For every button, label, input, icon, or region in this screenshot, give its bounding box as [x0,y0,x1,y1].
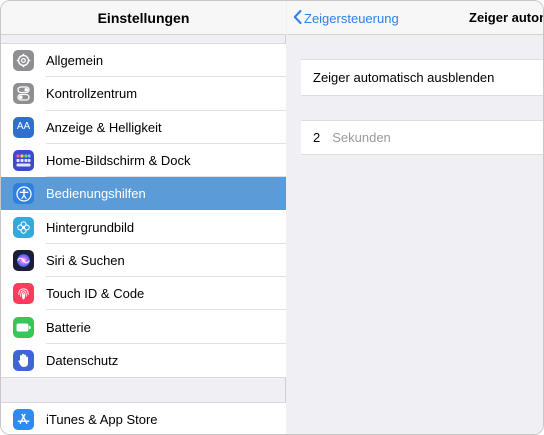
sidebar-item-kontrollzentrum[interactable]: Kontrollzentrum [1,77,286,111]
detail-navbar: Zeigersteuerung Zeiger autom [287,1,544,35]
back-button-label: Zeigersteuerung [304,10,399,26]
siri-icon [13,249,34,271]
sidebar-item-siri-suchen[interactable]: Siri & Suchen [1,243,286,278]
sidebar-item-home-bildschirm[interactable]: Home-Bildschirm & Dock [1,143,286,178]
sidebar-item-label: Siri & Suchen [46,252,125,268]
duration-unit: Sekunden [332,130,391,145]
sidebar-item-label: Kontrollzentrum [46,86,138,102]
sidebar-item-label: Batterie [46,319,91,335]
page-title: Zeiger autom [469,10,544,25]
sidebar-item-touch-id-code[interactable]: Touch ID & Code [1,277,286,311]
sidebar-item-label: Hintergrundbild [46,219,135,235]
sidebar-item-label: iTunes & App Store [46,412,158,428]
detail-pane: Zeigersteuerung Zeiger autom Zeiger auto… [287,1,544,434]
text-size-icon: AA [13,116,34,138]
back-button[interactable]: Zeigersteuerung [293,1,399,35]
toggles-icon [13,83,34,105]
chevron-left-icon [293,9,302,27]
sidebar-item-label: Touch ID & Code [46,286,145,302]
sidebar-item-bedienungshilfen[interactable]: Bedienungshilfen [1,177,286,211]
sidebar-item-hintergrundbild[interactable]: Hintergrundbild [1,210,286,245]
battery-icon [13,316,34,338]
sidebar-item-anzeige-helligkeit[interactable]: AA Anzeige & Helligkeit [1,110,286,145]
sidebar-item-label: Allgemein [46,53,104,69]
accessibility-icon [13,183,34,205]
auto-hide-pointer-label: Zeiger automatisch ausblenden [313,70,495,85]
settings-group-stores: iTunes & App Store [1,402,286,434]
duration-value: 2 [313,130,321,145]
sidebar-item-label: Datenschutz [46,352,119,368]
hand-icon [13,349,34,371]
sidebar-item-label: Anzeige & Helligkeit [46,119,162,135]
sidebar: Einstellungen Allgemein Kontrollzentrum … [1,1,286,434]
sidebar-item-allgemein[interactable]: Allgemein [1,44,286,78]
sidebar-item-label: Home-Bildschirm & Dock [46,153,191,169]
gear-icon [13,50,34,72]
sidebar-item-batterie[interactable]: Batterie [1,310,286,344]
app-grid-icon [13,150,34,172]
flower-icon [13,216,34,238]
app-store-icon [13,409,34,431]
sidebar-item-datenschutz[interactable]: Datenschutz [1,343,286,377]
sidebar-title: Einstellungen [1,1,286,35]
sidebar-item-label: Bedienungshilfen [46,186,146,202]
sidebar-item-itunes-app-store[interactable]: iTunes & App Store [1,403,286,434]
fingerprint-icon [13,283,34,305]
auto-hide-duration-row[interactable]: 2 Sekunden [301,120,543,155]
settings-group-main: Allgemein Kontrollzentrum AA Anzeige & H… [1,43,286,378]
settings-window: Einstellungen Allgemein Kontrollzentrum … [0,0,544,435]
auto-hide-pointer-row[interactable]: Zeiger automatisch ausblenden [301,59,543,96]
